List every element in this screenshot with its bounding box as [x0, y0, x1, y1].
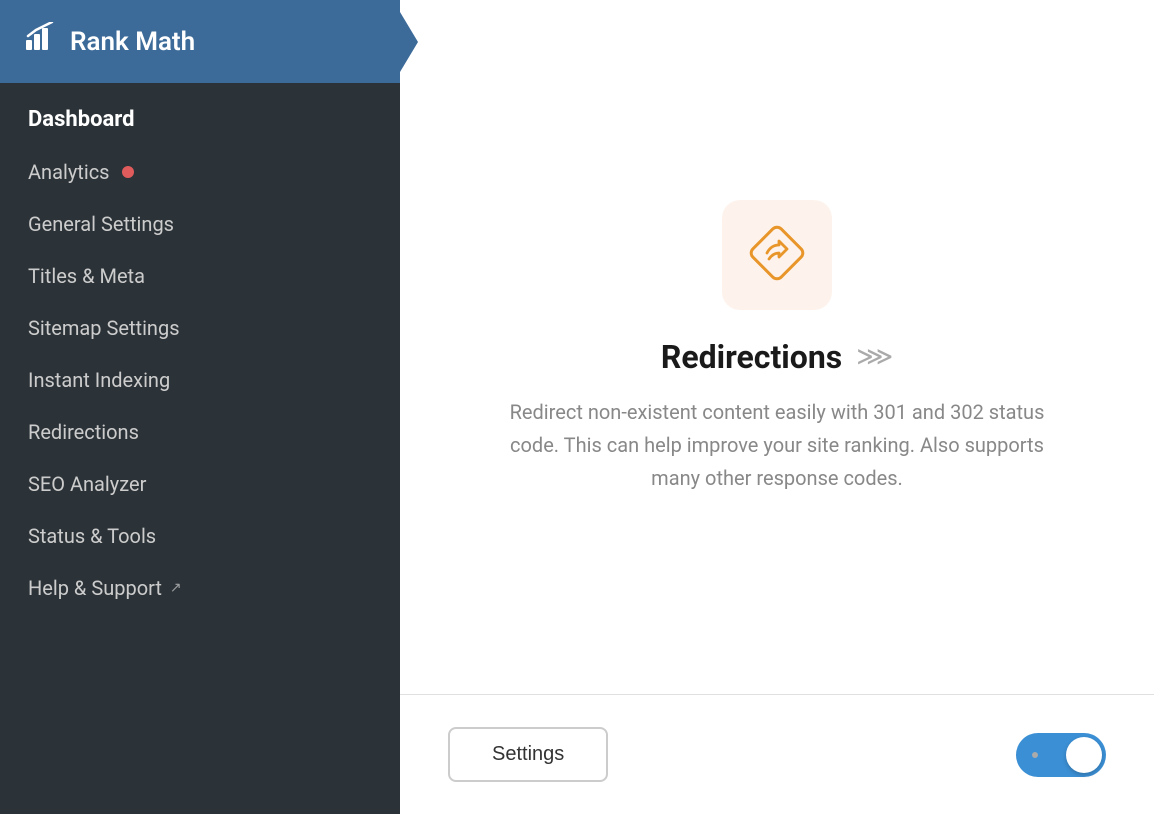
sidebar-item-label: Analytics: [28, 160, 110, 184]
sidebar-item-redirections[interactable]: Redirections: [0, 406, 400, 458]
sidebar-item-label: Redirections: [28, 420, 139, 444]
rank-math-logo-icon: [24, 22, 56, 61]
sidebar-item-dashboard[interactable]: Dashboard: [0, 93, 400, 146]
sidebar-title: Rank Math: [70, 27, 195, 57]
sidebar-item-instant-indexing[interactable]: Instant Indexing: [0, 354, 400, 406]
redirections-icon: [749, 225, 805, 285]
sidebar-item-sitemap-settings[interactable]: Sitemap Settings: [0, 302, 400, 354]
sidebar-header[interactable]: Rank Math: [0, 0, 400, 83]
sidebar-item-analytics[interactable]: Analytics: [0, 146, 400, 198]
sidebar: Rank Math Dashboard Analytics General Se…: [0, 0, 400, 814]
sidebar-item-label: General Settings: [28, 212, 174, 236]
sidebar-item-label: Status & Tools: [28, 524, 156, 548]
sidebar-item-general-settings[interactable]: General Settings: [0, 198, 400, 250]
sidebar-item-titles-meta[interactable]: Titles & Meta: [0, 250, 400, 302]
main-content: Redirections ⋙ Redirect non-existent con…: [400, 0, 1154, 814]
sidebar-item-label: Sitemap Settings: [28, 316, 180, 340]
sidebar-item-label: SEO Analyzer: [28, 472, 146, 496]
toggle-knob: [1066, 737, 1102, 773]
chevron-up-icon[interactable]: ⋙: [856, 344, 893, 370]
sidebar-item-label: Instant Indexing: [28, 368, 170, 392]
sidebar-item-label: Dashboard: [28, 107, 135, 132]
sidebar-item-status-tools[interactable]: Status & Tools: [0, 510, 400, 562]
card-title: Redirections: [661, 338, 842, 376]
card-icon-wrapper: [722, 200, 832, 310]
settings-button[interactable]: Settings: [448, 727, 608, 782]
sidebar-item-label: Titles & Meta: [28, 264, 145, 288]
external-link-icon: ↗: [170, 580, 182, 596]
toggle-wrapper[interactable]: [1016, 733, 1106, 777]
sidebar-item-label: Help & Support: [28, 576, 162, 600]
card-description: Redirect non-existent content easily wit…: [497, 396, 1057, 495]
sidebar-item-help-support[interactable]: Help & Support ↗: [0, 562, 400, 614]
card-area: Redirections ⋙ Redirect non-existent con…: [400, 0, 1154, 695]
card-footer: Settings: [400, 695, 1154, 814]
sidebar-item-seo-analyzer[interactable]: SEO Analyzer: [0, 458, 400, 510]
module-toggle[interactable]: [1016, 733, 1106, 777]
card-title-row: Redirections ⋙: [661, 338, 893, 376]
toggle-dot: [1032, 752, 1038, 758]
analytics-badge: [122, 166, 134, 178]
sidebar-nav: Dashboard Analytics General Settings Tit…: [0, 83, 400, 814]
